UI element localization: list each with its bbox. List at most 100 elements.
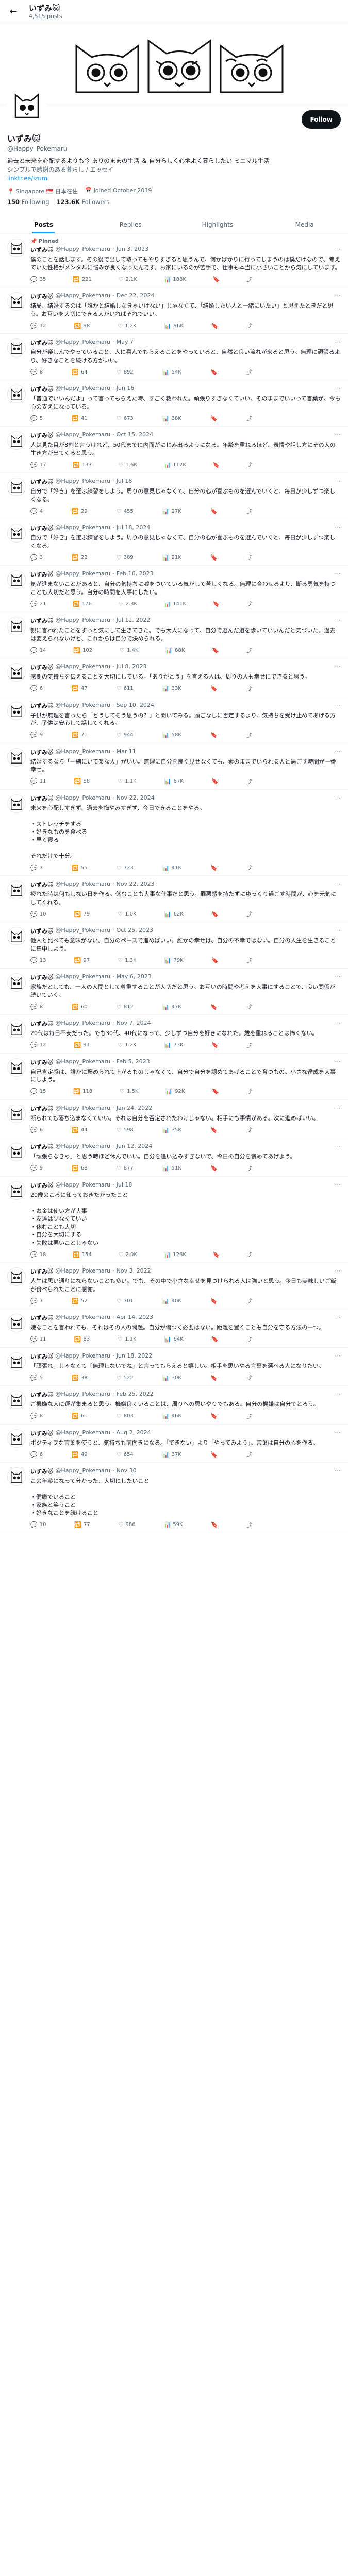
share-button[interactable]: ⤴: [246, 461, 252, 469]
tweet-author-name[interactable]: いずみ🐱: [30, 1267, 53, 1276]
views-button[interactable]: 📊 54K: [162, 368, 181, 376]
tweet-author-handle[interactable]: @Happy_Pokemaru: [55, 1267, 110, 1276]
tweet-author-name[interactable]: いずみ🐱: [30, 927, 53, 935]
bookmark-button[interactable]: 🔖: [212, 646, 219, 654]
tweet-author-name[interactable]: いずみ🐱: [30, 1020, 53, 1028]
tweet-avatar[interactable]: [7, 478, 26, 496]
repost-button[interactable]: 🔁 49: [72, 1450, 87, 1459]
bookmark-button[interactable]: 🔖: [210, 1003, 218, 1011]
tweet-date[interactable]: Jun 18, 2022: [117, 1352, 153, 1361]
like-button[interactable]: ♡ 812: [117, 1003, 134, 1011]
views-button[interactable]: 📊 141K: [164, 600, 186, 608]
bookmark-button[interactable]: 🔖: [211, 910, 219, 918]
share-button[interactable]: ⤴: [246, 1374, 252, 1382]
tweet-avatar[interactable]: [7, 338, 26, 357]
reply-button[interactable]: 💬 7: [30, 1297, 43, 1305]
tab-posts[interactable]: Posts: [0, 215, 87, 233]
reply-button[interactable]: 💬 8: [30, 368, 43, 376]
tweet-author-handle[interactable]: @Happy_Pokemaru: [55, 1391, 110, 1399]
like-button[interactable]: ♡ 892: [117, 368, 134, 376]
tweet-avatar[interactable]: [7, 292, 26, 311]
share-button[interactable]: ⤴: [246, 1250, 252, 1259]
tweet-author-handle[interactable]: @Happy_Pokemaru: [55, 1352, 110, 1361]
like-button[interactable]: ♡ 701: [117, 1297, 134, 1305]
tweet-avatar[interactable]: [7, 927, 26, 945]
tweet-date[interactable]: Jul 18, 2024: [117, 524, 151, 532]
tweet-avatar[interactable]: [7, 239, 26, 257]
reply-button[interactable]: 💬 8: [30, 1412, 43, 1420]
more-options-icon[interactable]: ···: [335, 524, 341, 532]
tweet[interactable]: いずみ🐱 @Happy_Pokemaru · Jun 12, 2024 ··· 「頑張らな…: [0, 1138, 348, 1177]
tweet-author-handle[interactable]: @Happy_Pokemaru: [55, 927, 110, 935]
repost-button[interactable]: 🔁 41: [72, 414, 87, 422]
share-button[interactable]: ⤴: [246, 646, 252, 654]
reply-button[interactable]: 💬 3: [30, 553, 43, 562]
bookmark-button[interactable]: 🔖: [211, 1041, 219, 1049]
tweet-author-name[interactable]: いずみ🐱: [30, 748, 53, 756]
tweet[interactable]: いずみ🐱 @Happy_Pokemaru · Nov 3, 2022 ··· 人生は思い通…: [0, 1263, 348, 1309]
like-button[interactable]: ♡ 611: [117, 685, 134, 693]
share-button[interactable]: ⤴: [246, 553, 252, 562]
bookmark-button[interactable]: 🔖: [210, 507, 218, 515]
like-button[interactable]: ♡ 673: [117, 414, 134, 422]
repost-button[interactable]: 🔁 91: [74, 1041, 90, 1049]
repost-button[interactable]: 🔁 55: [72, 863, 87, 872]
share-button[interactable]: ⤴: [246, 956, 252, 964]
views-button[interactable]: 📊 37K: [162, 1450, 181, 1459]
reply-button[interactable]: 💬 6: [30, 1450, 43, 1459]
more-options-icon[interactable]: ···: [335, 1429, 341, 1437]
tweet-date[interactable]: Nov 22, 2024: [117, 794, 155, 803]
like-button[interactable]: ♡ 2.1K: [119, 275, 137, 283]
tweet-author-name[interactable]: いずみ🐱: [30, 1314, 53, 1322]
more-options-icon[interactable]: ···: [335, 385, 341, 393]
reply-button[interactable]: 💬 7: [30, 863, 43, 872]
back-arrow-icon[interactable]: ←: [6, 4, 21, 19]
tweet-avatar[interactable]: [7, 1181, 26, 1200]
bookmark-button[interactable]: 🔖: [213, 275, 220, 283]
reply-button[interactable]: 💬 12: [30, 321, 46, 330]
repost-button[interactable]: 🔁 64: [72, 368, 87, 376]
more-options-icon[interactable]: ···: [335, 1020, 341, 1028]
share-button[interactable]: ⤴: [246, 414, 252, 422]
tweet[interactable]: いずみ🐱 @Happy_Pokemaru · Jul 18 ··· 自分で「好き」を選ぶ練…: [0, 473, 348, 519]
views-button[interactable]: 📊 30K: [162, 1374, 181, 1382]
tweet-date[interactable]: Sep 10, 2024: [117, 702, 154, 710]
tweet-author-handle[interactable]: @Happy_Pokemaru: [55, 385, 110, 393]
tweet-author-handle[interactable]: @Happy_Pokemaru: [55, 292, 110, 300]
tweet-date[interactable]: Jan 24, 2022: [117, 1105, 152, 1113]
tweet-author-handle[interactable]: @Happy_Pokemaru: [55, 570, 110, 579]
tab-replies[interactable]: Replies: [87, 215, 174, 233]
tweet-date[interactable]: Feb 25, 2022: [117, 1391, 154, 1399]
like-button[interactable]: ♡ 455: [117, 507, 134, 515]
like-button[interactable]: ♡ 389: [117, 553, 134, 562]
tweet-author-name[interactable]: いずみ🐱: [30, 524, 53, 532]
more-options-icon[interactable]: ···: [335, 1181, 341, 1190]
views-button[interactable]: 📊 88K: [165, 646, 185, 654]
like-button[interactable]: ♡ 986: [119, 1521, 136, 1529]
bookmark-button[interactable]: 🔖: [213, 1250, 220, 1259]
views-button[interactable]: 📊 92K: [165, 1088, 185, 1096]
repost-button[interactable]: 🔁 83: [74, 1335, 90, 1344]
share-button[interactable]: ⤴: [246, 600, 252, 608]
views-button[interactable]: 📊 27K: [162, 507, 181, 515]
views-button[interactable]: 📊 79K: [164, 956, 184, 964]
tweet[interactable]: いずみ🐱 @Happy_Pokemaru · Sep 10, 2024 ··· 子供が無理…: [0, 697, 348, 743]
tweet-author-handle[interactable]: @Happy_Pokemaru: [55, 1314, 110, 1322]
tweet[interactable]: いずみ🐱 @Happy_Pokemaru · Jun 16 ··· 「普通でいいんだよ」っ…: [0, 380, 348, 427]
tweet-date[interactable]: May 6, 2023: [117, 973, 152, 981]
tweet-date[interactable]: Jul 12, 2022: [117, 617, 151, 625]
tweet-date[interactable]: Jul 8, 2023: [117, 663, 147, 671]
tweet-author-name[interactable]: いずみ🐱: [30, 1143, 53, 1151]
tweet[interactable]: いずみ🐱 @Happy_Pokemaru · Oct 15, 2024 ··· 人は見た目…: [0, 427, 348, 473]
repost-button[interactable]: 🔁 133: [73, 461, 92, 469]
bookmark-button[interactable]: 🔖: [211, 1521, 218, 1529]
like-button[interactable]: ♡ 1.1K: [118, 1335, 136, 1344]
reply-button[interactable]: 💬 10: [30, 910, 46, 918]
tweet[interactable]: いずみ🐱 @Happy_Pokemaru · Jul 8, 2023 ··· 感謝の気持ち…: [0, 658, 348, 697]
reply-button[interactable]: 💬 6: [30, 685, 43, 693]
tweet-author-handle[interactable]: @Happy_Pokemaru: [55, 1058, 110, 1066]
views-button[interactable]: 📊 73K: [164, 1041, 184, 1049]
views-button[interactable]: 📊 62K: [164, 910, 184, 918]
repost-button[interactable]: 🔁 29: [72, 507, 87, 515]
repost-button[interactable]: 🔁 71: [72, 731, 87, 739]
